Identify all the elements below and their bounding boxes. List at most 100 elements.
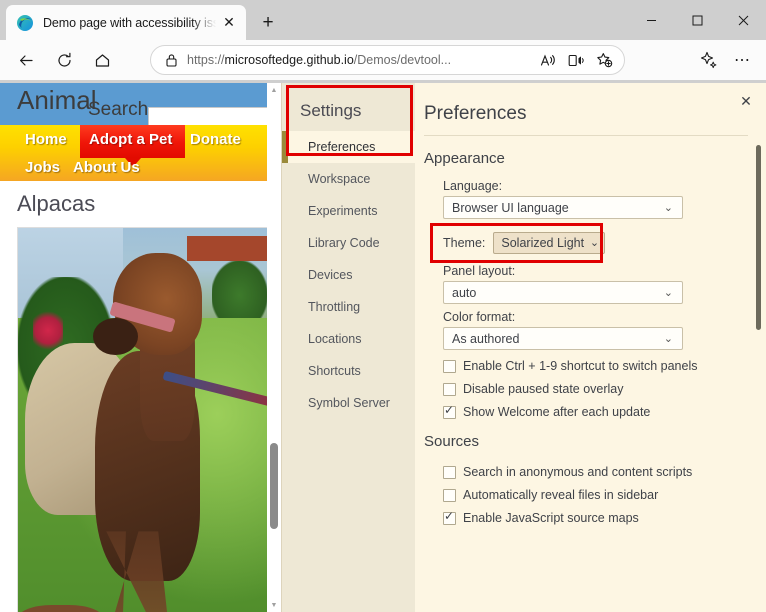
edge-logo-icon — [16, 14, 34, 32]
color-format-select[interactable]: As authored ⌄ — [443, 327, 683, 350]
checkbox-icon[interactable] — [443, 359, 456, 373]
panel-title: Preferences — [424, 103, 527, 124]
checkbox-show-welcome[interactable]: Show Welcome after each update — [443, 403, 766, 419]
site-nav: Adopt a Pet Home Donate Jobs About Us — [0, 125, 268, 181]
sidebar-item-label: Experiments — [308, 204, 378, 218]
settings-scrollbar-thumb[interactable] — [756, 145, 761, 330]
theme-select[interactable]: Solarized Light ⌄ — [493, 232, 606, 254]
webpage-scrollbar[interactable]: ▲ ▼ — [267, 83, 281, 612]
browser-tab[interactable]: Demo page with accessibility issues ✕ — [6, 5, 246, 40]
sidebar-item-label: Library Code — [308, 236, 380, 250]
sidebar-item-label: Preferences — [308, 140, 376, 154]
minimize-button[interactable] — [628, 0, 674, 40]
nav-link-jobs[interactable]: Jobs — [25, 159, 60, 176]
sources-checkboxes: Search in anonymous and content scripts … — [415, 465, 766, 525]
panel-layout-select-value: auto — [452, 285, 477, 300]
home-icon[interactable] — [86, 44, 118, 76]
language-select[interactable]: Browser UI language ⌄ — [443, 196, 683, 219]
checkbox-search-anonymous-scripts[interactable]: Search in anonymous and content scripts — [443, 465, 766, 479]
appearance-checkboxes: Enable Ctrl + 1-9 shortcut to switch pan… — [415, 359, 766, 419]
field-theme: Theme: Solarized Light ⌄ — [415, 223, 766, 263]
settings-title: Settings — [300, 101, 362, 120]
checkbox-label: Enable JavaScript source maps — [463, 511, 639, 525]
read-aloud-icon[interactable] — [534, 47, 562, 73]
sidebar-item-library-code[interactable]: Library Code — [282, 227, 415, 259]
lock-icon — [161, 53, 181, 67]
settings-panel: ✕ Preferences Appearance Language: Brows… — [415, 83, 766, 612]
sidebar-item-symbol-server[interactable]: Symbol Server — [282, 387, 415, 419]
sidebar-item-label: Symbol Server — [308, 396, 390, 410]
content-area: Animal Search Adopt a Pet Home Donate Jo… — [0, 83, 766, 612]
webpage-viewport: Animal Search Adopt a Pet Home Donate Jo… — [0, 83, 281, 612]
omnibox-actions — [534, 47, 618, 73]
chevron-down-icon: ⌄ — [663, 287, 673, 299]
checkbox-enable-js-source-maps[interactable]: Enable JavaScript source maps — [443, 509, 766, 525]
checkbox-label: Automatically reveal files in sidebar — [463, 488, 659, 502]
sidebar-item-experiments[interactable]: Experiments — [282, 195, 415, 227]
sidebar-item-label: Workspace — [308, 172, 371, 186]
checkbox-label: Disable paused state overlay — [463, 382, 624, 396]
nav-link-adopt-a-pet[interactable]: Adopt a Pet — [80, 125, 185, 158]
search-label: Search — [88, 99, 149, 120]
toolbar-right-actions: ⋯ — [690, 40, 766, 80]
checkbox-icon[interactable] — [443, 465, 456, 479]
close-icon[interactable]: ✕ — [736, 91, 756, 111]
nav-link-home[interactable]: Home — [25, 131, 67, 148]
section-heading-appearance: Appearance — [424, 150, 505, 167]
immersive-reader-icon[interactable] — [562, 47, 590, 73]
tab-title: Demo page with accessibility issues — [43, 15, 218, 30]
sidebar-item-devices[interactable]: Devices — [282, 259, 415, 291]
nav-link-adopt-a-pet-label: Adopt a Pet — [89, 131, 173, 148]
browser-window: Demo page with accessibility issues ✕ + — [0, 0, 766, 612]
checkbox-icon[interactable] — [443, 509, 456, 525]
close-button[interactable] — [720, 0, 766, 40]
nav-link-about-us[interactable]: About Us — [73, 159, 140, 176]
back-icon[interactable] — [10, 44, 42, 76]
sidebar-item-preferences[interactable]: Preferences — [282, 131, 415, 163]
sidebar-item-label: Devices — [308, 268, 353, 282]
window-controls — [628, 0, 766, 40]
sidebar-item-throttling[interactable]: Throttling — [282, 291, 415, 323]
chevron-down-icon: ⌄ — [663, 202, 673, 214]
devtools-settings-dialog: Settings Preferences Workspace Experimen… — [281, 83, 766, 612]
copilot-icon[interactable] — [692, 44, 724, 76]
field-color-format: Color format: As authored ⌄ — [415, 310, 766, 350]
sidebar-item-label: Locations — [308, 332, 362, 346]
theme-select-value: Solarized Light — [501, 236, 585, 250]
field-label-theme: Theme: — [443, 236, 486, 250]
panel-layout-select[interactable]: auto ⌄ — [443, 281, 683, 304]
checkbox-icon[interactable] — [443, 382, 456, 396]
checkbox-label: Search in anonymous and content scripts — [463, 465, 693, 479]
sidebar-item-locations[interactable]: Locations — [282, 323, 415, 355]
scroll-down-icon[interactable]: ▼ — [267, 598, 281, 612]
checkbox-icon[interactable] — [443, 488, 456, 502]
maximize-button[interactable] — [674, 0, 720, 40]
sidebar-item-shortcuts[interactable]: Shortcuts — [282, 355, 415, 387]
scroll-up-icon[interactable]: ▲ — [267, 83, 281, 97]
field-panel-layout: Panel layout: auto ⌄ — [415, 264, 766, 304]
tab-strip: Demo page with accessibility issues ✕ + — [0, 0, 766, 40]
sidebar-item-label: Shortcuts — [308, 364, 361, 378]
refresh-icon[interactable] — [48, 44, 80, 76]
address-bar[interactable]: https://microsoftedge.github.io/Demos/de… — [150, 45, 625, 75]
color-format-select-value: As authored — [452, 331, 520, 346]
scrollbar-thumb[interactable] — [270, 443, 278, 529]
close-icon[interactable]: ✕ — [218, 12, 240, 34]
nav-link-donate[interactable]: Donate — [190, 131, 241, 148]
alpaca-photo — [17, 227, 268, 612]
add-favorite-icon[interactable] — [590, 47, 618, 73]
page-title: Alpacas — [17, 191, 96, 216]
checkbox-icon[interactable] — [443, 403, 456, 419]
field-label-color-format: Color format: — [443, 310, 516, 324]
new-tab-button[interactable]: + — [254, 9, 282, 37]
checkbox-auto-reveal-files[interactable]: Automatically reveal files in sidebar — [443, 488, 766, 502]
theme-row: Theme: Solarized Light ⌄ — [430, 223, 766, 263]
sidebar-item-label: Throttling — [308, 300, 361, 314]
chevron-down-icon: ⌄ — [589, 237, 600, 249]
sidebar-item-workspace[interactable]: Workspace — [282, 163, 415, 195]
settings-sidebar: Settings Preferences Workspace Experimen… — [282, 83, 415, 612]
field-label-language: Language: — [443, 179, 503, 193]
checkbox-disable-paused-overlay[interactable]: Disable paused state overlay — [443, 382, 766, 396]
checkbox-enable-ctrl-shortcut[interactable]: Enable Ctrl + 1-9 shortcut to switch pan… — [443, 359, 766, 373]
settings-more-icon[interactable]: ⋯ — [726, 44, 758, 76]
